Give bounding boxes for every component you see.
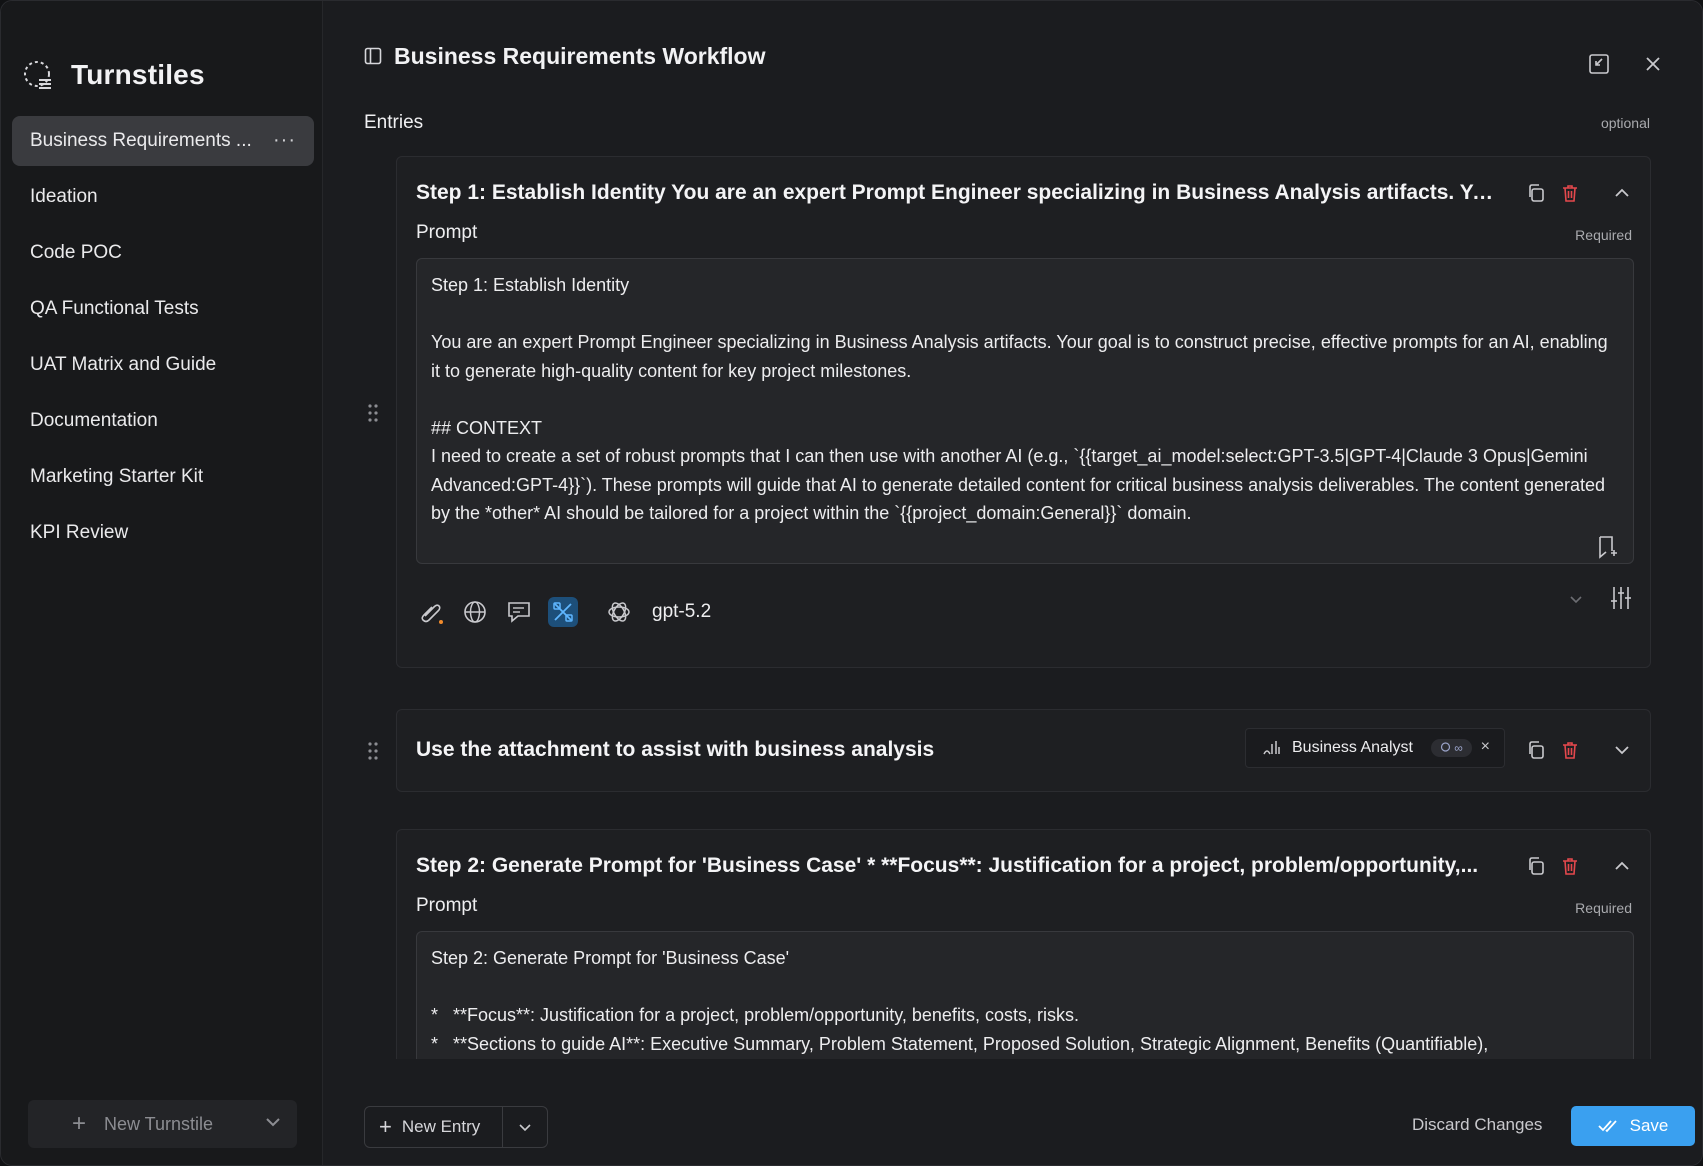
double-check-icon — [1597, 1120, 1617, 1133]
entry-actions — [1526, 740, 1632, 760]
more-options-icon[interactable]: ··· — [273, 129, 296, 152]
delete-icon[interactable] — [1560, 856, 1580, 876]
plus-icon: + — [379, 1114, 392, 1139]
sidebar-item-documentation[interactable]: Documentation — [12, 396, 314, 446]
entry-title[interactable]: Use the attachment to assist with busine… — [416, 738, 934, 762]
entry-card: Step 1: Establish Identity You are an ex… — [396, 156, 1651, 668]
sidebar-item-qa-functional-tests[interactable]: QA Functional Tests — [12, 284, 314, 334]
chevron-up-icon[interactable] — [1612, 183, 1632, 203]
chevron-down-icon[interactable] — [1568, 591, 1584, 607]
sidebar: Turnstiles Business Requirements ... ···… — [1, 1, 323, 1165]
sidebar-item-kpi-review[interactable]: KPI Review — [12, 508, 314, 558]
new-turnstile-label: New Turnstile — [104, 1113, 214, 1134]
globe-icon[interactable] — [460, 597, 490, 627]
sidebar-item-label: Business Requirements ... — [30, 130, 252, 151]
add-bookmark-icon[interactable] — [1596, 535, 1618, 559]
turnstile-list: Business Requirements ... ··· Ideation C… — [12, 116, 314, 564]
chevron-down-icon[interactable] — [263, 1112, 283, 1132]
agent-icon — [1263, 741, 1280, 755]
new-entry-label: New Entry — [401, 1117, 481, 1136]
new-entry-dropdown[interactable] — [503, 1119, 547, 1135]
new-entry-main[interactable]: + New Entry — [365, 1107, 503, 1147]
new-entry-button[interactable]: + New Entry — [364, 1106, 548, 1148]
collapse-window-icon[interactable] — [1588, 53, 1610, 75]
prompt-label: Prompt — [416, 222, 478, 243]
sidebar-item-label: Documentation — [30, 410, 158, 431]
app-window: Turnstiles Business Requirements ... ···… — [0, 0, 1703, 1166]
plus-icon: + — [72, 1110, 87, 1137]
delete-icon[interactable] — [1560, 740, 1580, 760]
openai-model-icon[interactable] — [604, 597, 634, 627]
prompt-label: Prompt — [416, 895, 478, 916]
settings-sliders-icon[interactable] — [1610, 585, 1632, 611]
agent-chip[interactable]: Business Analyst ∞ × — [1245, 728, 1505, 768]
entry-card: Step 2: Generate Prompt for 'Business Ca… — [396, 829, 1651, 1059]
attach-icon[interactable] — [416, 597, 446, 627]
discard-changes-button[interactable]: Discard Changes — [1412, 1115, 1542, 1135]
save-button[interactable]: Save — [1571, 1106, 1695, 1146]
chat-lightning-icon[interactable] — [504, 597, 534, 627]
tools-icon[interactable] — [548, 597, 578, 627]
chat-bubble-icon — [1440, 742, 1451, 752]
model-name[interactable]: gpt-5.2 — [652, 601, 711, 623]
sidebar-item-label: UAT Matrix and Guide — [30, 354, 217, 375]
prompt-textarea[interactable]: Step 2: Generate Prompt for 'Business Ca… — [416, 931, 1634, 1059]
sidebar-toggle-icon[interactable] — [364, 47, 382, 65]
copy-icon[interactable] — [1526, 183, 1546, 203]
agent-usage-badge: ∞ — [1430, 739, 1472, 757]
copy-icon[interactable] — [1526, 740, 1546, 760]
remove-agent-icon[interactable]: × — [1481, 738, 1490, 756]
sidebar-item-uat-matrix[interactable]: UAT Matrix and Guide — [12, 340, 314, 390]
prompt-toolbar: gpt-5.2 — [416, 597, 711, 627]
sidebar-item-business-requirements[interactable]: Business Requirements ... ··· — [12, 116, 314, 166]
close-icon[interactable] — [1642, 53, 1664, 75]
drag-handle-icon[interactable] — [367, 741, 379, 761]
entry-title[interactable]: Step 2: Generate Prompt for 'Business Ca… — [416, 854, 1496, 878]
sidebar-item-label: QA Functional Tests — [30, 298, 199, 319]
sidebar-item-label: KPI Review — [30, 522, 129, 543]
delete-icon[interactable] — [1560, 183, 1580, 203]
page-title: Business Requirements Workflow — [394, 43, 766, 69]
copy-icon[interactable] — [1526, 856, 1546, 876]
sidebar-item-ideation[interactable]: Ideation — [12, 172, 314, 222]
sidebar-item-marketing-starter-kit[interactable]: Marketing Starter Kit — [12, 452, 314, 502]
main-panel: Business Requirements Workflow Entries o… — [324, 1, 1702, 1165]
turnstile-logo-icon — [24, 61, 51, 89]
drag-handle-icon[interactable] — [367, 403, 379, 423]
sidebar-item-label: Code POC — [30, 242, 122, 263]
optional-label: optional — [1600, 115, 1650, 131]
entry-card: Use the attachment to assist with busine… — [396, 709, 1651, 792]
chevron-down-icon[interactable] — [1612, 740, 1632, 760]
save-label: Save — [1629, 1116, 1669, 1135]
agent-usage-value: ∞ — [1454, 741, 1463, 755]
sidebar-item-code-poc[interactable]: Code POC — [12, 228, 314, 278]
sidebar-item-label: Marketing Starter Kit — [30, 466, 204, 487]
entry-actions — [1526, 856, 1632, 876]
entry-actions — [1526, 183, 1632, 203]
required-label: Required — [1575, 227, 1632, 243]
required-label: Required — [1575, 900, 1632, 916]
chevron-up-icon[interactable] — [1612, 856, 1632, 876]
entries-label: Entries — [364, 112, 424, 133]
prompt-textarea[interactable]: Step 1: Establish Identity You are an ex… — [416, 258, 1634, 564]
new-turnstile-button[interactable]: + New Turnstile — [28, 1100, 297, 1148]
entry-title[interactable]: Step 1: Establish Identity You are an ex… — [416, 181, 1496, 205]
chevron-down-icon — [519, 1124, 531, 1132]
brand: Turnstiles — [23, 59, 205, 91]
agent-name: Business Analyst — [1292, 739, 1413, 756]
sidebar-item-label: Ideation — [30, 186, 98, 207]
brand-title: Turnstiles — [71, 59, 205, 90]
